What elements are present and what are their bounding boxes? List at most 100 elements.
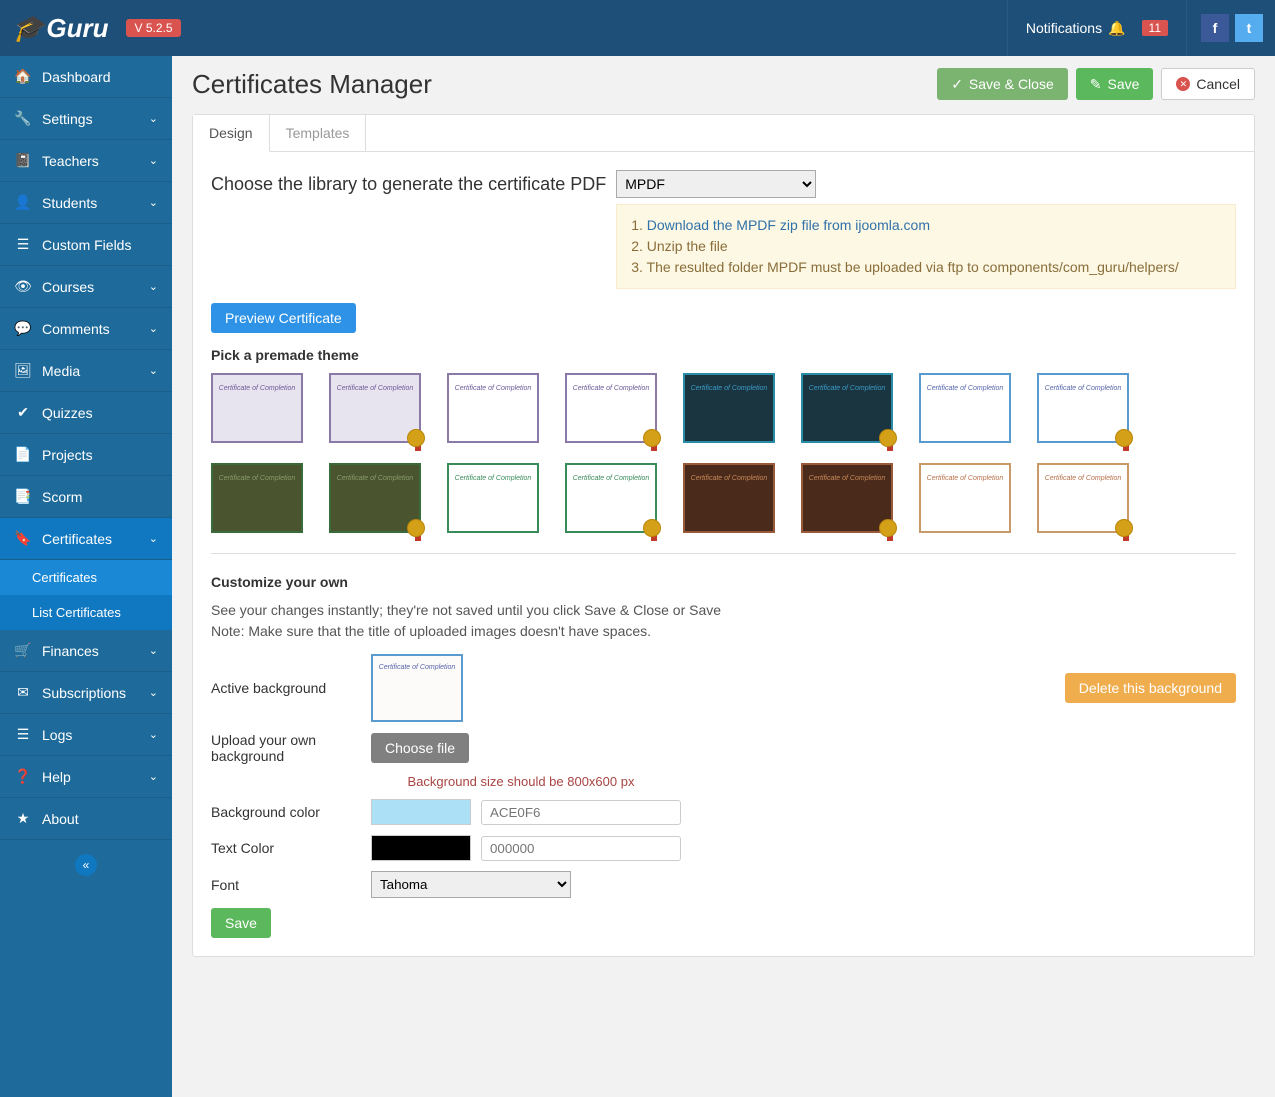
sidebar-icon: 📓 <box>14 152 32 169</box>
save-close-button[interactable]: ✓Save & Close <box>937 68 1068 100</box>
sidebar-item-students[interactable]: 👤Students⌄ <box>0 182 172 224</box>
sidebar-subitem-list-certificates[interactable]: List Certificates <box>0 595 172 630</box>
sidebar-item-logs[interactable]: ☰ Logs ⌄ <box>0 714 172 756</box>
theme-option[interactable]: Certificate of Completion <box>565 463 657 533</box>
chevron-down-icon: ⌄ <box>149 280 158 293</box>
chevron-down-icon: ⌄ <box>149 728 158 741</box>
sidebar-label: Projects <box>42 447 93 463</box>
bg-color-input[interactable] <box>481 800 681 825</box>
cap-icon: 🎓 <box>12 13 44 44</box>
sidebar-icon: 🛒 <box>14 642 32 659</box>
sidebar-icon: 🖼 <box>14 362 32 379</box>
sidebar-item-comments[interactable]: 💬Comments⌄ <box>0 308 172 350</box>
cancel-button[interactable]: ✕Cancel <box>1161 68 1255 100</box>
theme-option[interactable]: Certificate of Completion <box>801 373 893 443</box>
sidebar-subitem-certificates[interactable]: Certificates <box>0 560 172 595</box>
sidebar-item-scorm[interactable]: 📑Scorm <box>0 476 172 518</box>
bg-color-swatch[interactable] <box>371 799 471 825</box>
social-links: f t <box>1186 0 1263 56</box>
theme-option[interactable]: Certificate of Completion <box>329 463 421 533</box>
sidebar-icon: 🔧 <box>14 110 32 127</box>
theme-option[interactable]: Certificate of Completion <box>211 373 303 443</box>
mpdf-download-link[interactable]: Download the MPDF zip file from ijoomla.… <box>647 217 930 233</box>
brand-name: Guru <box>46 13 108 44</box>
theme-option[interactable]: Certificate of Completion <box>329 373 421 443</box>
theme-option[interactable]: Certificate of Completion <box>447 373 539 443</box>
sidebar-item-media[interactable]: 🖼Media⌄ <box>0 350 172 392</box>
divider <box>211 553 1236 554</box>
chevron-down-icon: ⌄ <box>149 196 158 209</box>
sidebar-icon: ✔ <box>14 404 32 421</box>
sidebar-item-finances[interactable]: 🛒Finances⌄ <box>0 630 172 672</box>
sidebar-icon: ☰ <box>14 236 32 253</box>
sidebar-item-subscriptions[interactable]: ✉Subscriptions⌄ <box>0 672 172 714</box>
delete-background-button[interactable]: Delete this background <box>1065 673 1236 703</box>
sidebar-item-certificates[interactable]: 🔖Certificates⌄ <box>0 518 172 560</box>
customize-note: See your changes instantly; they're not … <box>211 600 1236 642</box>
tab-templates[interactable]: Templates <box>270 115 367 151</box>
chevron-down-icon: ⌄ <box>149 154 158 167</box>
sidebar-item-custom-fields[interactable]: ☰Custom Fields <box>0 224 172 266</box>
panel: Design Templates Choose the library to g… <box>192 114 1255 957</box>
sidebar: 🏠Dashboard🔧Settings⌄📓Teachers⌄👤Students⌄… <box>0 56 172 1097</box>
sidebar-icon: 📄 <box>14 446 32 463</box>
font-select[interactable]: Tahoma <box>371 871 571 898</box>
sidebar-icon: ❓ <box>14 768 32 785</box>
theme-option[interactable]: Certificate of Completion <box>801 463 893 533</box>
sidebar-label: Scorm <box>42 489 82 505</box>
sidebar-item-about[interactable]: ★About <box>0 798 172 840</box>
sidebar-item-projects[interactable]: 📄 Projects <box>0 434 172 476</box>
facebook-link[interactable]: f <box>1201 14 1229 42</box>
sidebar-label: Logs <box>42 727 72 743</box>
theme-option[interactable]: Certificate of Completion <box>1037 463 1129 533</box>
sidebar-item-courses[interactable]: 👁 Courses ⌄ <box>0 266 172 308</box>
sidebar-label: Teachers <box>42 153 99 169</box>
chevron-down-icon: ⌄ <box>149 112 158 125</box>
sidebar-item-quizzes[interactable]: ✔ Quizzes <box>0 392 172 434</box>
cancel-icon: ✕ <box>1176 77 1190 91</box>
collapse-icon[interactable]: « <box>75 854 97 876</box>
sidebar-label: Media <box>42 363 80 379</box>
chevron-down-icon: ⌄ <box>149 770 158 783</box>
edit-icon: ✎ <box>1090 76 1102 93</box>
sidebar-icon: 🔖 <box>14 530 32 547</box>
library-select[interactable]: MPDF <box>616 170 816 198</box>
sidebar-icon: 👤 <box>14 194 32 211</box>
text-color-input[interactable] <box>481 836 681 861</box>
save-button[interactable]: ✎Save <box>1076 68 1154 100</box>
text-color-swatch[interactable] <box>371 835 471 861</box>
sidebar-item-help[interactable]: ❓Help⌄ <box>0 756 172 798</box>
notifications[interactable]: Notifications 🔔 11 <box>1007 0 1186 56</box>
library-label: Choose the library to generate the certi… <box>211 170 606 195</box>
theme-option[interactable]: Certificate of Completion <box>447 463 539 533</box>
twitter-link[interactable]: t <box>1235 14 1263 42</box>
sidebar-item-teachers[interactable]: 📓 Teachers ⌄ <box>0 140 172 182</box>
sidebar-label: Courses <box>42 279 94 295</box>
tab-design[interactable]: Design <box>193 115 270 152</box>
themes-title: Pick a premade theme <box>211 347 1236 363</box>
sidebar-label: Dashboard <box>42 69 111 85</box>
logo[interactable]: 🎓 Guru <box>12 13 108 44</box>
preview-certificate-button[interactable]: Preview Certificate <box>211 303 356 333</box>
theme-option[interactable]: Certificate of Completion <box>919 373 1011 443</box>
sidebar-label: Quizzes <box>42 405 93 421</box>
choose-file-button[interactable]: Choose file <box>371 733 469 763</box>
active-background-preview: Certificate of Completion <box>371 654 463 722</box>
theme-option[interactable]: Certificate of Completion <box>565 373 657 443</box>
library-note: 1. Download the MPDF zip file from ijoom… <box>616 204 1236 289</box>
sidebar-item-settings[interactable]: 🔧Settings⌄ <box>0 98 172 140</box>
theme-option[interactable]: Certificate of Completion <box>1037 373 1129 443</box>
theme-option[interactable]: Certificate of Completion <box>683 463 775 533</box>
theme-option[interactable]: Certificate of Completion <box>683 373 775 443</box>
main-content: Certificates Manager ✓Save & Close ✎Save… <box>172 56 1275 1097</box>
theme-option[interactable]: Certificate of Completion <box>919 463 1011 533</box>
notifications-label: Notifications <box>1026 20 1102 36</box>
text-color-label: Text Color <box>211 840 371 856</box>
sidebar-item-dashboard[interactable]: 🏠Dashboard <box>0 56 172 98</box>
theme-option[interactable]: Certificate of Completion <box>211 463 303 533</box>
customize-save-button[interactable]: Save <box>211 908 271 938</box>
sidebar-icon: ☰ <box>14 726 32 743</box>
sidebar-label: Comments <box>42 321 110 337</box>
sidebar-icon: 👁 <box>14 278 32 295</box>
bell-icon: 🔔 <box>1108 20 1125 37</box>
